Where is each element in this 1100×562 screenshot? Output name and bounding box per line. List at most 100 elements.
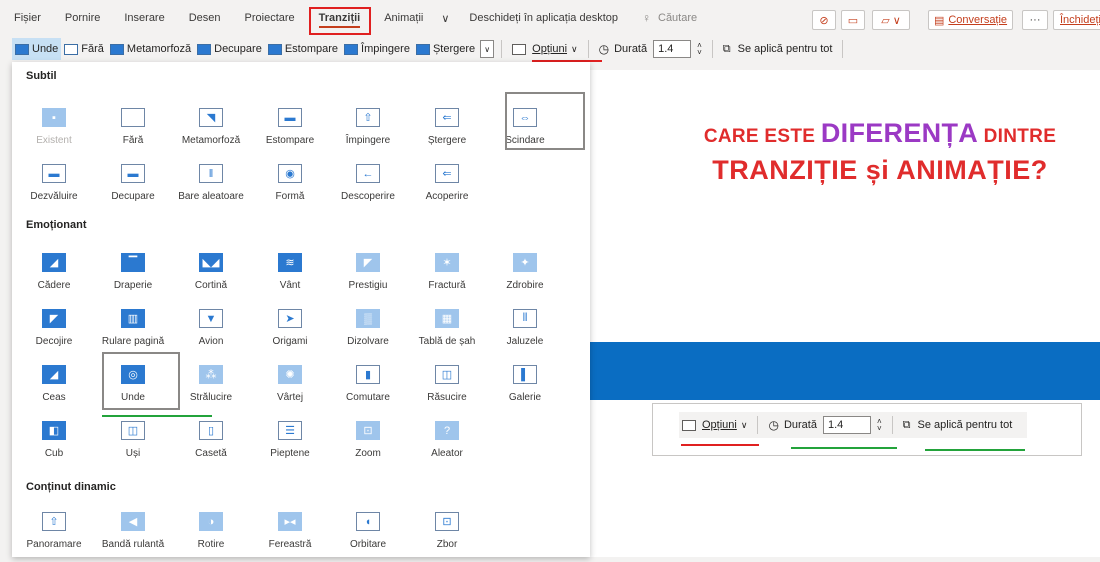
comment-icon[interactable]: ▭: [841, 10, 865, 30]
apply-to-all-button[interactable]: ⧉ Se aplică pentru tot: [720, 38, 836, 60]
transition-prestigiu[interactable]: ◤ Prestigiu: [331, 245, 405, 303]
transition-label: Aleator: [431, 448, 463, 459]
transition-draperie[interactable]: ▔ Draperie: [96, 245, 170, 303]
transition-decupare[interactable]: ▬ Decupare: [96, 156, 170, 214]
tab-file[interactable]: Fișier: [0, 0, 53, 36]
conversation-button[interactable]: ▤ Conversație: [928, 10, 1013, 30]
transition-fereastra[interactable]: ▸◂ Fereastră: [253, 504, 327, 562]
transition-label: Decojire: [35, 336, 73, 347]
transition-vant[interactable]: ≋ Vânt: [253, 245, 327, 303]
mini-toolbar: Opțiuni ∨ ◷ Durată 1.4 ˄ ˅ ⧉ Se aplică pe…: [679, 412, 1028, 438]
search-label: Căutare: [658, 12, 698, 24]
transition-label: Existent: [36, 135, 72, 146]
transition-descoperire[interactable]: ← Descoperire: [331, 156, 405, 214]
fade-icon: ▬: [278, 108, 302, 127]
transition-aleator[interactable]: ? Aleator: [410, 413, 484, 471]
options-icon: [512, 43, 527, 55]
transition-bare-aleatoare[interactable]: ‖ Bare aleatoare: [174, 156, 248, 214]
transition-label: Împingere: [345, 135, 391, 146]
toolbar-decupare[interactable]: Decupare: [194, 38, 265, 60]
transition-vartej[interactable]: ✺ Vârtej: [253, 357, 327, 415]
options-dropdown[interactable]: Opțiuni ∨: [509, 38, 580, 60]
mini-options-dropdown[interactable]: Opțiuni ∨: [679, 414, 750, 436]
toolbar-unde[interactable]: Unde: [12, 38, 62, 60]
transition-jaluzele[interactable]: ⦀ Jaluzele: [488, 301, 562, 359]
transition-dizolvare[interactable]: ▒ Dizolvare: [331, 301, 405, 359]
toolbar-estompare[interactable]: Estompare: [265, 38, 341, 60]
tab-insert[interactable]: Inserare: [112, 0, 176, 36]
toolbar-metamorfoza[interactable]: Metamorfoză: [107, 38, 194, 60]
transition-rasucire[interactable]: ◫ Răsucire: [410, 357, 484, 415]
transition-usi[interactable]: ◫ Uși: [96, 413, 170, 471]
duration-spinner[interactable]: ˄ ˅: [697, 42, 702, 57]
tab-draw[interactable]: Desen: [177, 0, 233, 36]
transition-pieptene[interactable]: ☰ Pieptene: [253, 413, 327, 471]
more-options-button[interactable]: ···: [1022, 10, 1048, 30]
share-icon[interactable]: ⊘: [812, 10, 836, 30]
transition-decojire[interactable]: ◤ Decojire: [17, 301, 91, 359]
flip-icon: ◫: [435, 365, 459, 384]
transition-impingere[interactable]: ⇧ Împingere: [331, 100, 405, 158]
present-icon[interactable]: ▱ ∨: [872, 10, 910, 30]
slide-canvas[interactable]: CARE ESTE DIFERENȚA DINTRE TRANZIȚIE și …: [590, 70, 1100, 557]
transition-forma[interactable]: ◉ Formă: [253, 156, 327, 214]
transition-zdrobire[interactable]: ✦ Zdrobire: [488, 245, 562, 303]
morph-icon: ◥: [199, 108, 223, 127]
separator: [711, 40, 713, 58]
transition-comutare[interactable]: ▮ Comutare: [331, 357, 405, 415]
toolbar-stergere[interactable]: Ștergere: [413, 38, 478, 60]
transition-acoperire[interactable]: ⇐ Acoperire: [410, 156, 484, 214]
transition-fractura[interactable]: ✶ Fractură: [410, 245, 484, 303]
transition-caseta[interactable]: ▯ Casetă: [174, 413, 248, 471]
transition-zoom[interactable]: ⊡ Zoom: [331, 413, 405, 471]
tab-animations[interactable]: Animații: [372, 0, 435, 36]
transition-estompare[interactable]: ▬ Estompare: [253, 100, 327, 158]
tab-design[interactable]: Proiectare: [233, 0, 307, 36]
transition-cub[interactable]: ◧ Cub: [17, 413, 91, 471]
transition-avion[interactable]: ▼ Avion: [174, 301, 248, 359]
transition-metamorfoza[interactable]: ◥ Metamorfoză: [174, 100, 248, 158]
transition-rotire[interactable]: ◑ Rotire: [174, 504, 248, 562]
more-tabs-chevron-icon[interactable]: ∨: [435, 0, 455, 36]
transition-orbitare[interactable]: ◖ Orbitare: [331, 504, 405, 562]
transition-label: Ceas: [42, 392, 66, 403]
open-in-desktop-link[interactable]: Deschideți în aplicația desktop: [455, 0, 630, 36]
gallery-expand-chevron-icon[interactable]: ∨: [480, 40, 495, 58]
clock-icon: ◷: [768, 418, 779, 432]
transition-panoramare[interactable]: ⇧ Panoramare: [17, 504, 91, 562]
transition-label: Casetă: [195, 448, 227, 459]
transition-zbor[interactable]: ⊡ Zbor: [410, 504, 484, 562]
uncover-icon: ←: [356, 164, 380, 183]
fade-icon: [267, 43, 282, 55]
apply-all-icon: ⧉: [902, 418, 911, 431]
transition-banda-rulanta[interactable]: ◀ Bandă rulantă: [96, 504, 170, 562]
rotate-icon: ◑: [199, 512, 223, 531]
crush-icon: ✦: [513, 253, 537, 272]
transition-stralucire[interactable]: ⁂ Strălucire: [174, 357, 248, 415]
transition-label: Dezvăluire: [30, 191, 78, 202]
transition-cadere[interactable]: ◢ Cădere: [17, 245, 91, 303]
pan-icon: ⇧: [42, 512, 66, 531]
mini-apply-to-all-button[interactable]: ⧉ Se aplică pentru tot: [900, 414, 1016, 436]
transition-fara[interactable]: Fără: [96, 100, 170, 158]
duration-input[interactable]: 1.4: [653, 40, 692, 58]
duration-spinner[interactable]: ˄ ˅: [877, 418, 882, 433]
transition-rulare-pagina[interactable]: ▥ Rulare pagină: [96, 301, 170, 359]
transition-origami[interactable]: ➤ Origami: [253, 301, 327, 359]
transition-cortina[interactable]: ◣◢ Cortină: [174, 245, 248, 303]
toolbar-impingere[interactable]: Împingere: [341, 38, 413, 60]
transition-tabla-de-sah[interactable]: ▦ Tablă de șah: [410, 301, 484, 359]
duration-input[interactable]: 1.4: [822, 416, 871, 434]
close-button[interactable]: Închideți: [1053, 10, 1100, 30]
tab-home[interactable]: Pornire: [53, 0, 112, 36]
toolbar-fara[interactable]: Fără: [61, 38, 107, 60]
search-box[interactable]: ♀ Căutare: [630, 0, 709, 36]
transition-stergere[interactable]: ⇐ Ștergere: [410, 100, 484, 158]
transition-galerie[interactable]: ▌ Galerie: [488, 357, 562, 415]
transition-label: Răsucire: [427, 392, 467, 403]
toolbar-item-label: Împingere: [361, 43, 410, 55]
transition-ceas[interactable]: ◢ Ceas: [17, 357, 91, 415]
checkerboard-icon: ▦: [435, 309, 459, 328]
conversation-label: Conversație: [948, 14, 1008, 26]
transition-dezvaluire[interactable]: ▬ Dezvăluire: [17, 156, 91, 214]
